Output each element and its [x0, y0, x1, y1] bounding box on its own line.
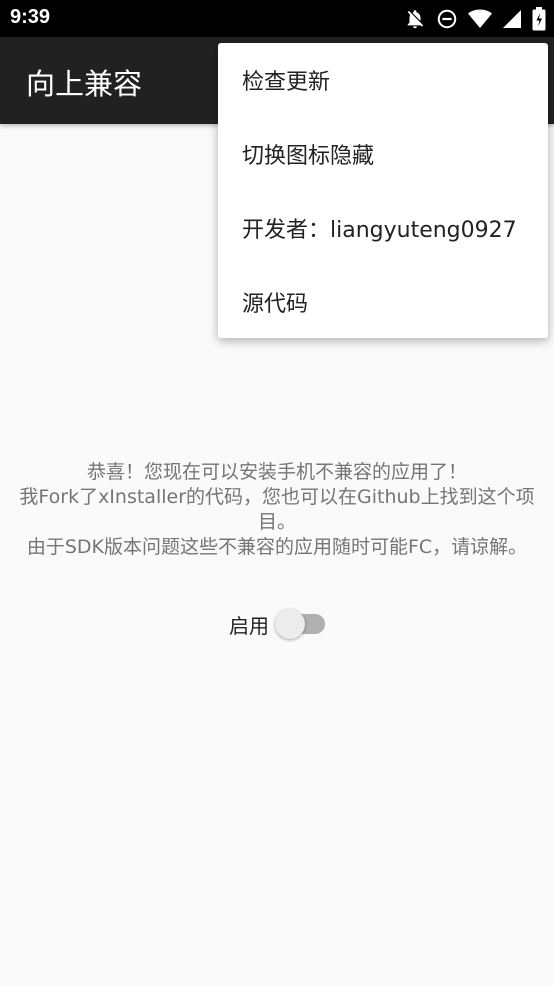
menu-item-source-code[interactable]: 源代码: [218, 265, 548, 339]
enable-label: 启用: [229, 613, 269, 638]
do-not-disturb-icon: [436, 8, 458, 30]
notifications-off-icon: [404, 8, 426, 30]
main-content: 恭喜！您现在可以安装手机不兼容的应用了！ 我Fork了xInstaller的代码…: [0, 460, 554, 560]
enable-toggle-row: 启用: [0, 608, 554, 640]
menu-item-toggle-icon-hidden[interactable]: 切换图标隐藏: [218, 117, 548, 191]
cellular-signal-icon: [502, 9, 522, 29]
menu-item-check-update[interactable]: 检查更新: [218, 43, 548, 117]
overflow-menu: 检查更新 切换图标隐藏 开发者：liangyuteng0927 源代码: [218, 43, 548, 338]
battery-icon: [532, 7, 546, 31]
menu-item-developer[interactable]: 开发者：liangyuteng0927: [218, 191, 548, 265]
switch-thumb: [275, 609, 305, 639]
status-time: 9:39: [10, 6, 51, 28]
fork-info-text: 我Fork了xInstaller的代码，您也可以在Github上找到这个项目。: [19, 486, 535, 533]
enable-switch[interactable]: [275, 609, 325, 639]
sdk-warning-text: 由于SDK版本问题这些不兼容的应用随时可能FC，请谅解。: [26, 536, 528, 558]
status-bar: 9:39: [0, 0, 554, 37]
congrats-text: 恭喜！您现在可以安装手机不兼容的应用了！: [86, 461, 467, 483]
app-title: 向上兼容: [26, 67, 143, 101]
wifi-icon: [468, 8, 492, 30]
status-icons: [404, 7, 546, 31]
